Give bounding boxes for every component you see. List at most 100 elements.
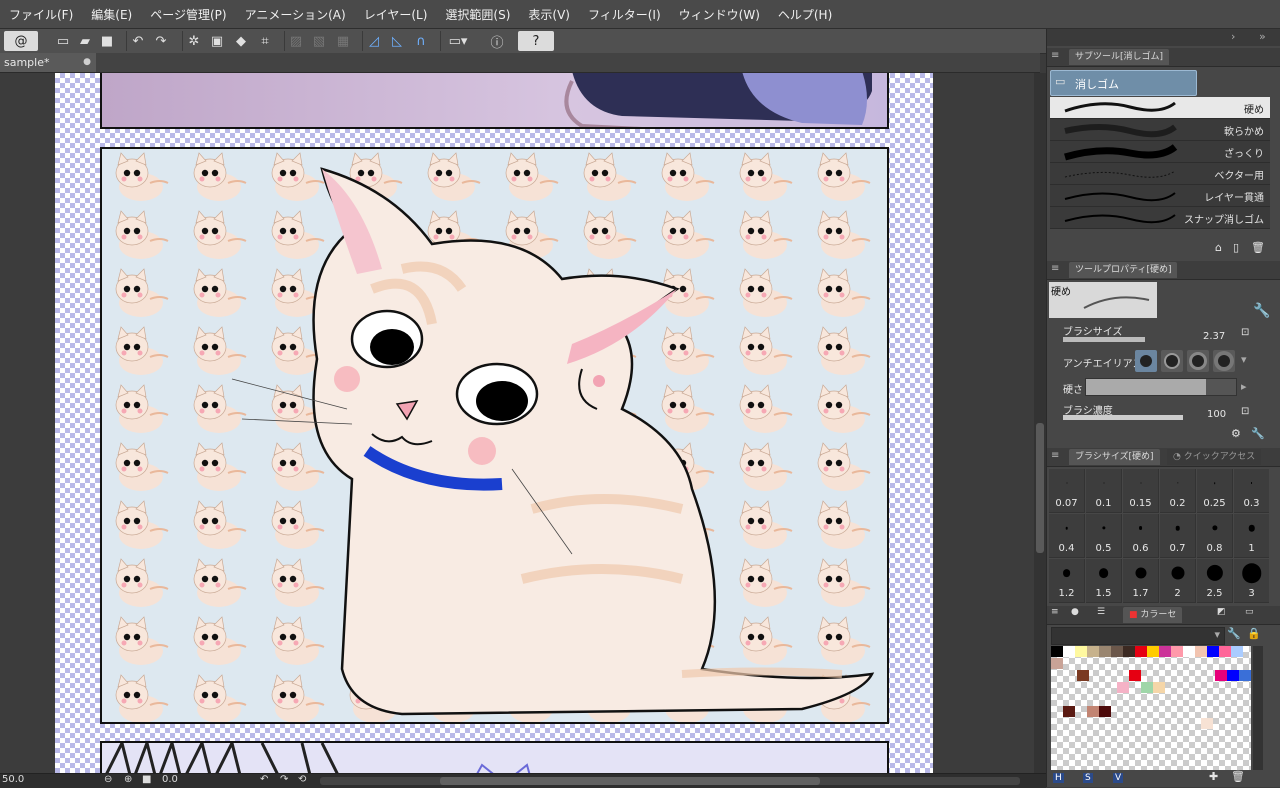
hsv-s-label[interactable]: S — [1083, 773, 1093, 783]
panel-menu-icon[interactable]: ≡ — [1051, 450, 1059, 461]
color-swatch[interactable] — [1195, 646, 1207, 657]
hide-selection-button[interactable]: ▨ — [284, 31, 307, 51]
reset-rotation-icon[interactable]: ⟲ — [298, 774, 306, 785]
clear-outside-button[interactable]: ▣ — [206, 31, 228, 51]
brush-size-preset[interactable]: 2 — [1160, 559, 1196, 603]
color-swatch[interactable] — [1075, 646, 1087, 657]
brush-size-preset[interactable]: 0.4 — [1049, 514, 1085, 558]
color-swatch[interactable] — [1207, 646, 1219, 657]
density-slider[interactable] — [1063, 415, 1183, 420]
quick-access-tab[interactable]: ◔ クイックアクセス — [1167, 449, 1262, 465]
transform-button[interactable]: ⌗ — [254, 31, 276, 51]
color-swatch[interactable] — [1227, 670, 1239, 681]
color-set-dropdown[interactable]: ▾ — [1051, 627, 1225, 645]
redo-button[interactable]: ↷ — [150, 31, 172, 51]
brush-size-preset[interactable]: 0.3 — [1234, 469, 1269, 513]
double-chevron-icon[interactable]: » — [1259, 30, 1266, 43]
menu-animation[interactable]: アニメーション(A) — [236, 6, 355, 23]
subtool-group-eraser[interactable]: ▭ 消しゴム — [1050, 70, 1197, 96]
menu-window[interactable]: ウィンドウ(W) — [670, 6, 769, 23]
color-swatch[interactable] — [1111, 646, 1123, 657]
brush-size-slider[interactable] — [1063, 337, 1145, 342]
canvas-area[interactable] — [0, 73, 1034, 773]
rotate-right-icon[interactable]: ↷ — [280, 774, 288, 785]
brush-item-through-layer[interactable]: レイヤー貫通 — [1050, 185, 1270, 207]
brush-size-tab[interactable]: ブラシサイズ[硬め] — [1069, 449, 1160, 465]
subtool-tab[interactable]: サブツール[消しゴム] — [1069, 49, 1170, 65]
lock-icon[interactable]: 🔒 — [1247, 627, 1261, 640]
density-row[interactable]: ブラシ濃度 100 ⊡ — [1049, 401, 1279, 423]
canvas-page[interactable] — [55, 73, 933, 773]
color-swatch-grid[interactable] — [1051, 646, 1251, 770]
panel-menu-icon[interactable]: ≡ — [1051, 263, 1059, 274]
menu-edit[interactable]: 編集(E) — [82, 6, 141, 23]
color-scrollbar[interactable] — [1253, 646, 1263, 770]
color-swatch[interactable] — [1129, 670, 1141, 681]
clear-button[interactable]: ✲ — [182, 31, 205, 51]
wrench-icon[interactable]: 🔧 — [1253, 303, 1270, 319]
color-settings-icon[interactable]: 🔧 — [1227, 627, 1241, 640]
panel-menu-icon[interactable]: ≡ — [1051, 50, 1059, 61]
density-value[interactable]: 100 — [1207, 409, 1226, 420]
color-swatch[interactable] — [1141, 682, 1153, 693]
intermediate-color-icon[interactable]: ◩ — [1217, 607, 1226, 617]
hsv-v-label[interactable]: V — [1113, 773, 1124, 783]
color-swatch[interactable] — [1063, 646, 1075, 657]
color-swatch[interactable] — [1099, 706, 1111, 717]
menu-selection[interactable]: 選択範囲(S) — [436, 6, 519, 23]
color-swatch[interactable] — [1171, 646, 1183, 657]
menu-view[interactable]: 表示(V) — [519, 6, 579, 23]
brush-item-hard[interactable]: 硬め — [1050, 97, 1270, 119]
zoom-out-icon[interactable]: ⊖ — [104, 774, 112, 785]
chevron-right-icon[interactable]: ▸ — [1241, 380, 1247, 393]
brush-size-preset[interactable]: 0.8 — [1197, 514, 1233, 558]
close-tab-icon[interactable]: ● — [83, 53, 91, 72]
save-button[interactable]: ■ — [96, 31, 118, 51]
menu-page[interactable]: ページ管理(P) — [141, 6, 235, 23]
brush-size-preset[interactable]: 0.1 — [1086, 469, 1122, 513]
brush-item-soft[interactable]: 軟らかめ — [1050, 119, 1270, 141]
brush-size-preset[interactable]: 0.15 — [1123, 469, 1159, 513]
color-swatch[interactable] — [1159, 646, 1171, 657]
pressure-icon[interactable]: ⊡ — [1241, 327, 1249, 338]
color-swatch[interactable] — [1239, 670, 1251, 681]
angle-value[interactable]: 0.0 — [162, 774, 178, 785]
chevron-right-icon[interactable]: › — [1231, 30, 1235, 43]
select-all-button[interactable]: ▦ — [332, 31, 354, 51]
menu-layer[interactable]: レイヤー(L) — [355, 6, 437, 23]
rotate-left-icon[interactable]: ↶ — [260, 774, 268, 785]
menu-filter[interactable]: フィルター(I) — [579, 6, 670, 23]
color-swatch[interactable] — [1077, 670, 1089, 681]
density-pressure-icon[interactable]: ⊡ — [1241, 406, 1249, 417]
open-folder-button[interactable]: ▰ — [74, 31, 96, 51]
new-file-button[interactable]: ▭ — [52, 31, 74, 51]
color-swatch[interactable] — [1051, 646, 1063, 657]
antialias-weak[interactable] — [1161, 350, 1183, 372]
trash-icon[interactable]: 🗑 — [1251, 241, 1265, 254]
brush-size-preset[interactable]: 1 — [1234, 514, 1269, 558]
antialias-medium[interactable] — [1187, 350, 1209, 372]
snap-grid-button[interactable]: ∩ — [410, 31, 432, 51]
brush-size-preset[interactable]: 0.5 — [1086, 514, 1122, 558]
zoom-value[interactable]: 50.0 — [2, 774, 24, 785]
info-button[interactable]: ⓘ — [486, 31, 508, 51]
brush-item-vector[interactable]: ベクター用 — [1050, 163, 1270, 185]
chevron-down-icon[interactable]: ▾ — [1241, 353, 1247, 366]
color-swatch[interactable] — [1123, 646, 1135, 657]
brush-size-preset[interactable]: 0.25 — [1197, 469, 1233, 513]
antialias-none[interactable] — [1135, 350, 1157, 372]
color-swatch[interactable] — [1063, 706, 1075, 717]
brush-size-preset[interactable]: 0.6 — [1123, 514, 1159, 558]
color-swatch[interactable] — [1215, 670, 1227, 681]
brush-size-preset[interactable]: 0.07 — [1049, 469, 1085, 513]
zoom-in-icon[interactable]: ⊕ — [124, 774, 132, 785]
settings-gear-icon[interactable]: ⚙ — [1231, 427, 1241, 440]
color-set-tab[interactable]: ■ カラーセ — [1123, 607, 1183, 623]
brush-item-rough[interactable]: ざっくり — [1050, 141, 1270, 163]
snap-ruler-button[interactable]: ◿ — [362, 31, 385, 51]
color-wheel-icon[interactable]: ● — [1071, 607, 1079, 617]
document-tab[interactable]: sample* ● — [0, 53, 96, 72]
menu-help[interactable]: ヘルプ(H) — [769, 6, 841, 23]
canvas-vertical-scrollbar[interactable] — [1034, 73, 1046, 773]
invert-selection-button[interactable]: ▧ — [308, 31, 330, 51]
